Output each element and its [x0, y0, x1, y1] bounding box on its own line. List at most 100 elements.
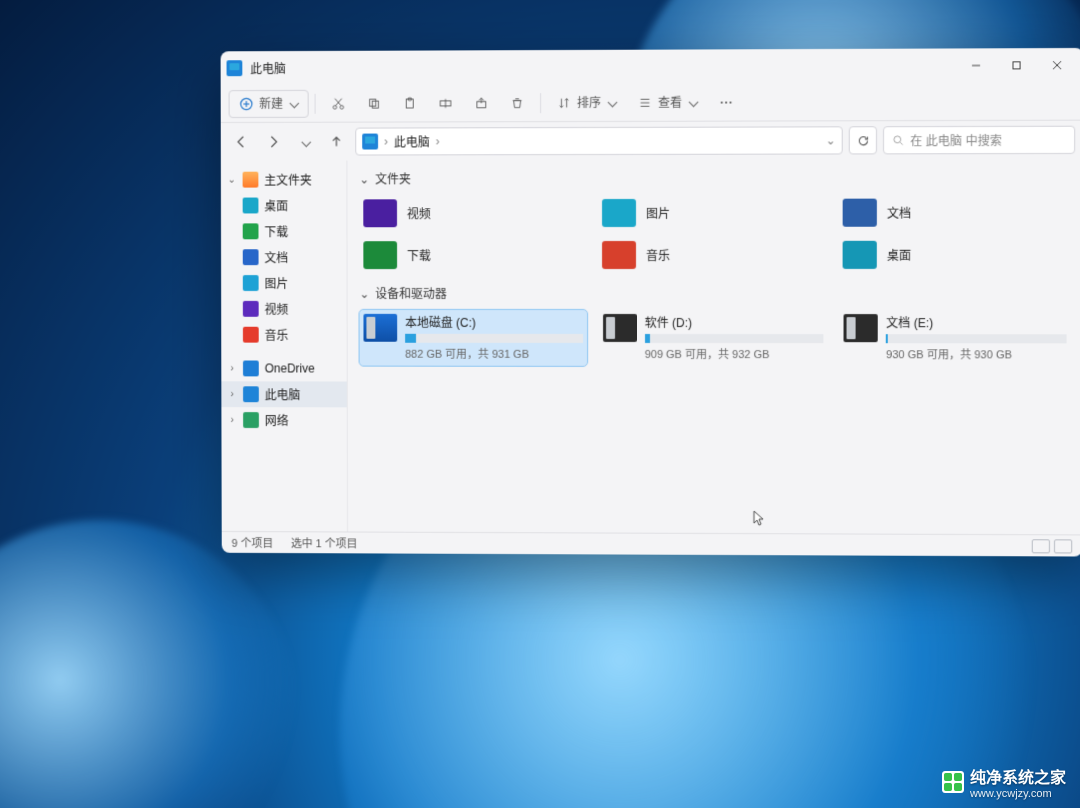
sidebar-item-pc[interactable]: ›此电脑: [221, 381, 346, 407]
search-input[interactable]: 在 此电脑 中搜索: [883, 126, 1075, 155]
cursor-icon: [753, 510, 765, 529]
chevron-down-icon[interactable]: ⌄: [826, 133, 836, 147]
rename-button[interactable]: [429, 89, 463, 117]
sidebar-item-docs[interactable]: 文档: [221, 244, 347, 270]
drive-capacity-bar: [405, 334, 583, 343]
sidebar-item-pics[interactable]: 图片: [221, 270, 347, 296]
expand-icon: ›: [227, 415, 237, 426]
ellipsis-icon: [719, 95, 733, 109]
sidebar-item-label: 图片: [265, 275, 289, 292]
delete-icon: [510, 96, 524, 110]
folder-docs[interactable]: 文档: [839, 194, 1071, 231]
drive-capacity-bar: [645, 334, 824, 343]
cut-button[interactable]: [322, 89, 356, 117]
net-icon: [243, 412, 259, 428]
docs-folder-icon: [843, 199, 877, 227]
folder-label: 文档: [887, 204, 911, 221]
recent-button[interactable]: [292, 129, 318, 155]
sidebar-item-home[interactable]: ⌄ 主文件夹: [221, 167, 347, 193]
forward-button[interactable]: [260, 129, 286, 155]
drive-capacity-text: 882 GB 可用，共 931 GB: [405, 346, 583, 362]
chevron-down-icon: ⌄: [359, 174, 369, 184]
pc-icon: [243, 386, 259, 402]
folder-music[interactable]: 音乐: [598, 237, 828, 273]
drive-name: 文档 (E:): [886, 314, 1067, 331]
share-button[interactable]: [464, 89, 498, 117]
sidebar-item-label: 主文件夹: [264, 171, 311, 188]
sidebar-item-net[interactable]: › 网络: [221, 407, 346, 433]
drive-item[interactable]: 软件 (D:) 909 GB 可用，共 932 GB: [599, 310, 828, 366]
share-icon: [474, 96, 488, 110]
rename-icon: [439, 96, 453, 110]
sidebar-item-desktop[interactable]: 桌面: [221, 192, 347, 218]
selection-count: 选中 1 个项目: [291, 535, 357, 551]
sidebar-item-music[interactable]: 音乐: [221, 322, 346, 348]
drive-icon: [603, 314, 637, 342]
folder-label: 桌面: [887, 246, 911, 263]
drives-group-header[interactable]: ⌄设备和驱动器: [359, 285, 1070, 302]
view-button[interactable]: 查看: [628, 88, 707, 116]
up-button[interactable]: [324, 129, 350, 155]
sidebar-item-label: OneDrive: [265, 362, 315, 376]
folder-pics[interactable]: 图片: [598, 195, 829, 231]
folder-label: 视频: [407, 205, 431, 222]
view-tiles-button[interactable]: [1054, 539, 1072, 553]
docs-icon: [243, 249, 259, 265]
folder-label: 图片: [646, 204, 670, 221]
expand-icon: ›: [227, 389, 237, 400]
folder-videos[interactable]: 视频: [359, 195, 588, 231]
more-button[interactable]: [709, 88, 743, 116]
expand-icon: ⌄: [227, 174, 237, 185]
search-placeholder: 在 此电脑 中搜索: [910, 131, 1002, 148]
back-button[interactable]: [229, 129, 255, 155]
drive-item[interactable]: 文档 (E:) 930 GB 可用，共 930 GB: [840, 310, 1071, 366]
down-icon: [243, 223, 259, 239]
drive-icon: [844, 314, 878, 342]
minimize-button[interactable]: [956, 52, 997, 78]
home-icon: [243, 172, 259, 188]
copy-button[interactable]: [357, 89, 391, 117]
sort-icon: [557, 96, 571, 110]
sidebar-item-label: 网络: [265, 412, 289, 429]
title-bar[interactable]: 此电脑: [221, 48, 1080, 85]
paste-icon: [403, 96, 417, 110]
content-pane[interactable]: ⌄文件夹 视频 图片 文档下载 音乐 桌面 ⌄设备和驱动器 本地磁盘 (C:) 882 G…: [347, 159, 1080, 534]
pics-icon: [243, 275, 259, 291]
sidebar-item-onedrive[interactable]: ›OneDrive: [221, 356, 346, 382]
refresh-button[interactable]: [849, 126, 877, 154]
sidebar-item-label: 视频: [265, 300, 289, 317]
sidebar-item-label: 桌面: [264, 197, 288, 214]
sidebar-item-videos[interactable]: 视频: [221, 296, 346, 322]
drive-item[interactable]: 本地磁盘 (C:) 882 GB 可用，共 931 GB: [359, 310, 586, 366]
this-pc-icon: [227, 60, 243, 76]
view-icon: [638, 95, 652, 109]
folders-group-header[interactable]: ⌄文件夹: [359, 169, 1071, 187]
paste-button[interactable]: [393, 89, 427, 117]
status-bar: 9 个项目 选中 1 个项目: [222, 531, 1080, 557]
address-bar[interactable]: › 此电脑 › ⌄: [355, 126, 842, 155]
explorer-window: 此电脑 新建 排序 查看 › 此电脑 › ⌄: [221, 48, 1080, 557]
chevron-right-icon: ›: [436, 134, 440, 148]
drive-name: 本地磁盘 (C:): [405, 314, 583, 331]
music-folder-icon: [602, 241, 636, 269]
folder-down[interactable]: 下载: [359, 237, 588, 273]
sidebar-item-down[interactable]: 下载: [221, 218, 347, 244]
close-button[interactable]: [1037, 52, 1078, 78]
maximize-button[interactable]: [996, 52, 1037, 78]
drive-capacity-text: 909 GB 可用，共 932 GB: [645, 346, 824, 362]
navigation-pane: ⌄主文件夹桌面下载文档图片视频音乐›OneDrive›此电脑›网络: [221, 161, 348, 532]
breadcrumb[interactable]: 此电脑: [394, 133, 430, 150]
folder-label: 下载: [407, 247, 431, 264]
new-button[interactable]: 新建: [229, 89, 309, 117]
chevron-right-icon: ›: [384, 135, 388, 149]
folder-desk[interactable]: 桌面: [839, 237, 1071, 273]
sort-button[interactable]: 排序: [547, 88, 626, 116]
delete-button[interactable]: [500, 89, 534, 117]
watermark-brand: 纯净系统之家: [970, 764, 1066, 788]
view-details-button[interactable]: [1032, 539, 1050, 553]
this-pc-icon: [362, 134, 378, 150]
item-count: 9 个项目: [232, 535, 274, 551]
desktop-icon: [243, 198, 259, 214]
drive-capacity-text: 930 GB 可用，共 930 GB: [886, 346, 1067, 362]
drive-name: 软件 (D:): [645, 314, 824, 331]
